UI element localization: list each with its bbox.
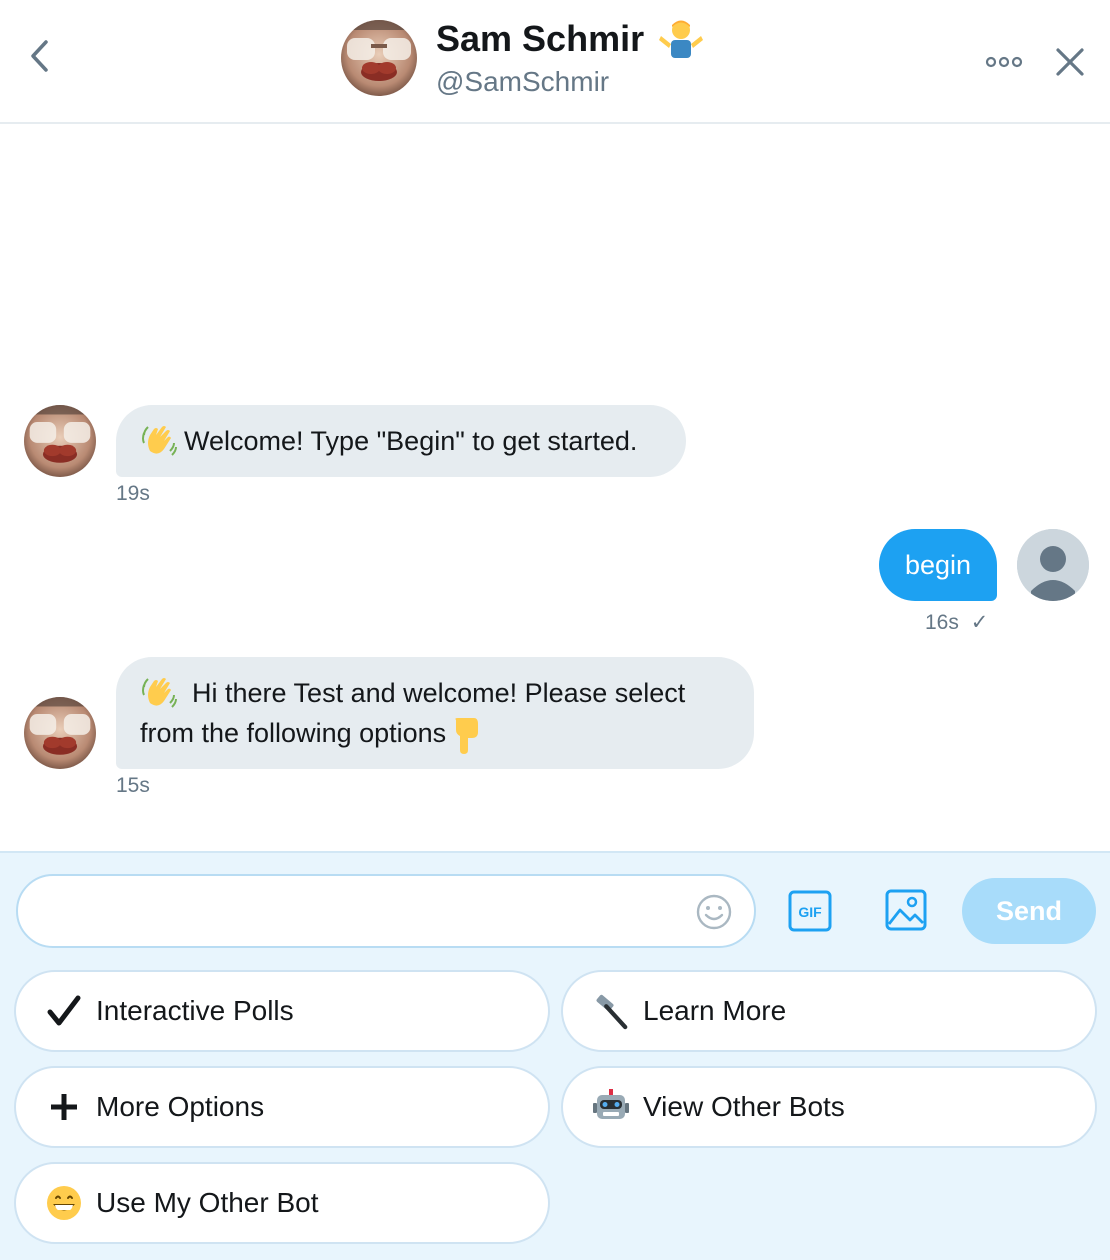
quick-reply-label: More Options [96,1091,265,1122]
waving-hand-icon [142,425,177,456]
robot-icon [593,1089,629,1125]
quick-reply-use-my-other-bot[interactable]: Use My Other Bot [14,1162,550,1244]
grinning-face-icon [46,1185,82,1221]
message-bubble: Hi there Test and welcome! Please select… [116,657,754,769]
contact-name: Sam Schmir [436,18,704,60]
message-line-1: Hi there Test and welcome! Please select [140,673,730,713]
quick-reply-interactive-polls[interactable]: Interactive Polls [14,970,550,1052]
close-button[interactable] [1052,44,1088,80]
more-options-button[interactable] [984,50,1024,74]
chevron-left-icon [31,40,48,72]
message-text: Welcome! Type "Begin" to get started. [184,426,638,456]
ellipsis-icon [985,56,1023,68]
gif-button[interactable]: GIF [788,890,832,932]
person-shrugging-emoji-icon [659,20,704,58]
send-button[interactable]: Send [962,878,1096,944]
user-avatar[interactable] [1017,529,1089,601]
smiley-icon [696,894,732,930]
image-icon [885,889,927,931]
emoji-picker-button[interactable] [695,893,733,931]
contact-avatar[interactable] [341,20,417,96]
conversation-header: Sam Schmir @SamSchmir [0,0,1110,124]
sender-avatar[interactable] [24,697,96,769]
default-user-icon [1017,529,1089,601]
quick-reply-label: View Other Bots [643,1091,845,1122]
message-line-2: from the following options [140,713,730,754]
close-icon [1056,48,1084,76]
back-button[interactable] [20,34,60,78]
quick-reply-more-options[interactable]: More Options [14,1066,550,1148]
waving-hand-icon [142,677,177,708]
quick-reply-label: Learn More [643,995,787,1026]
hammer-icon [593,993,629,1030]
read-receipt-check: ✓ [970,611,989,634]
message-bubble-outgoing: begin [879,529,997,601]
message-timestamp: 15s [116,774,150,797]
quick-reply-label: Use My Other Bot [96,1187,319,1218]
quick-reply-label: Interactive Polls [96,995,294,1026]
contact-handle: @SamSchmir [436,66,610,97]
contact-name-text: Sam Schmir [436,18,645,59]
message-text: begin [904,550,972,580]
gif-icon: GIF [788,890,832,932]
svg-text:GIF: GIF [798,904,822,920]
message-input[interactable] [16,874,756,948]
quick-reply-learn-more[interactable]: Learn More [561,970,1097,1052]
pointing-down-icon [455,717,479,754]
check-mark-icon [46,993,82,1029]
message-bubble: Welcome! Type "Begin" to get started. [116,405,686,477]
sender-avatar[interactable] [24,405,96,477]
quick-reply-view-other-bots[interactable]: View Other Bots [561,1066,1097,1148]
message-timestamp: 19s [116,482,150,505]
plus-icon [46,1089,82,1125]
message-timestamp: 16s ✓ [925,611,989,634]
media-button[interactable] [884,888,928,932]
